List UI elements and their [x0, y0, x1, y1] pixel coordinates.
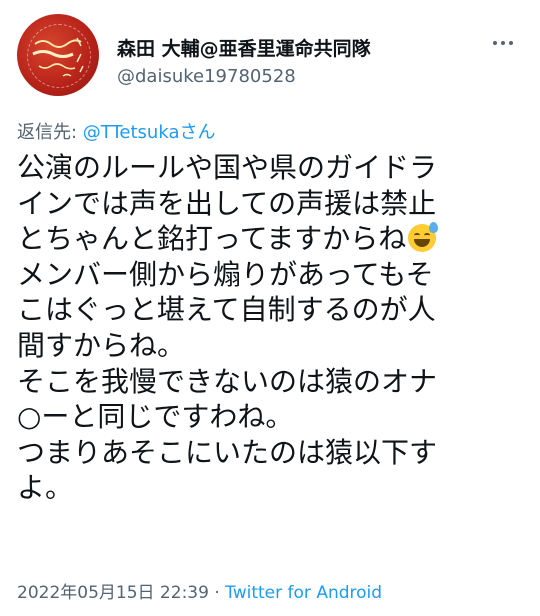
timestamp[interactable]: 2022年05月15日 22:39 — [17, 583, 209, 603]
tweet-line: そこを我慢できないのは猿のオナ — [17, 364, 438, 398]
tweet-line: インでは声を出しての声援は禁止 — [17, 186, 437, 220]
tweet-header: 森田 大輔@亜香里運命共同隊 @daisuke19780528 — [17, 14, 527, 104]
tweet-line: とちゃんと銘打ってますからね — [17, 221, 529, 257]
user-handle[interactable]: @daisuke19780528 — [117, 66, 296, 87]
tweet-line: よ。 — [17, 471, 74, 505]
avatar-scribble-icon — [32, 37, 84, 77]
display-name[interactable]: 森田 大輔@亜香里運命共同隊 — [117, 34, 371, 61]
source-link[interactable]: Twitter for Android — [225, 583, 382, 603]
tweet-text: 公演のルールや国や県のガイドラ インでは声を出しての声援は禁止 とちゃんと銘打っ… — [17, 150, 529, 506]
reply-target-link[interactable]: @TTetsukaさん — [83, 122, 216, 143]
avatar[interactable] — [17, 14, 99, 96]
tweet-line: ○ーと同じですわね。 — [17, 400, 294, 434]
tweet-line: こはぐっと堪えて自制するのが人 — [17, 293, 436, 327]
tweet-line: つまりあそこにいたのは猿以下す — [17, 435, 438, 469]
more-options-icon[interactable] — [493, 36, 517, 50]
tweet-meta: 2022年05月15日 22:39 · Twitter for Android — [17, 578, 382, 603]
grinning-face-with-sweat-icon — [408, 222, 439, 253]
tweet-line-text: とちゃんと銘打ってますからね — [17, 222, 407, 256]
reply-to: 返信先: @TTetsukaさん — [17, 118, 215, 144]
tweet-line: 間すからね。 — [17, 328, 186, 362]
tweet-line: 公演のルールや国や県のガイドラ — [17, 151, 438, 184]
tweet-line: メンバー側から煽りがあってもそ — [17, 257, 434, 291]
meta-separator: · — [208, 583, 226, 603]
reply-label: 返信先: — [17, 122, 83, 143]
